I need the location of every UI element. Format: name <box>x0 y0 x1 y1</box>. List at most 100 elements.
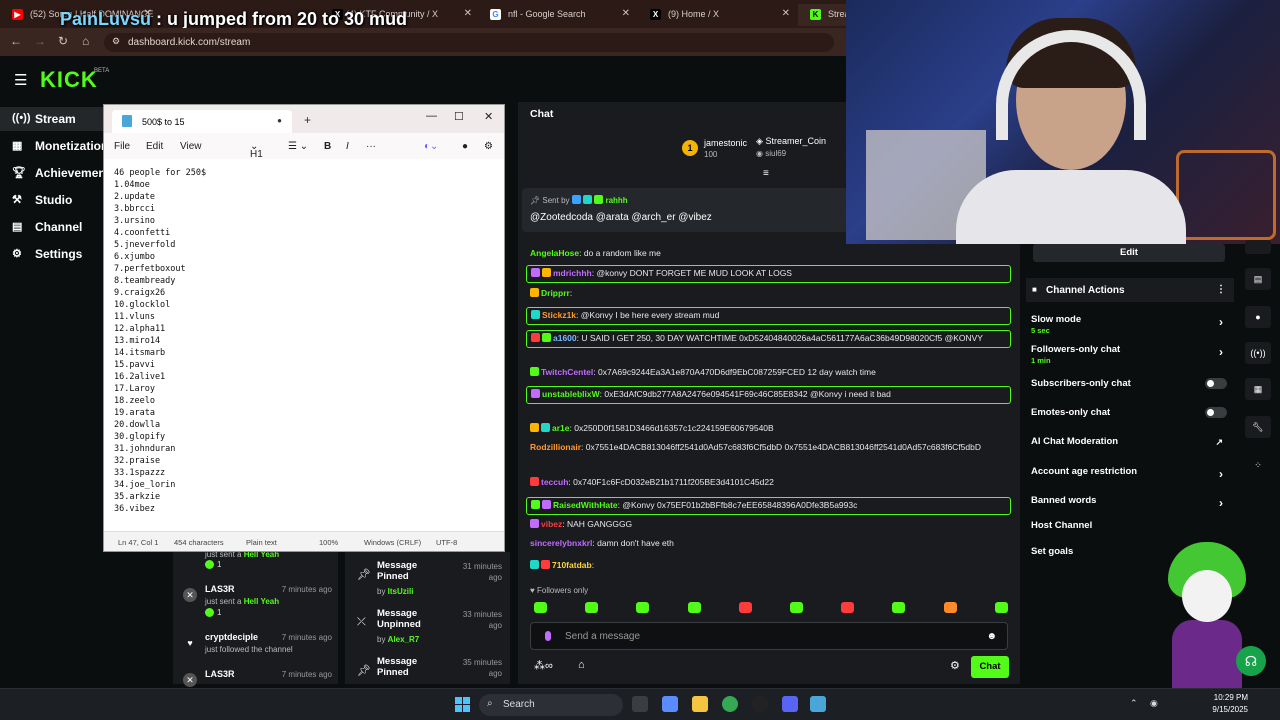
sidebar-item-studio[interactable]: ⚒ Studio <box>0 188 104 212</box>
emote-icon[interactable] <box>636 602 650 613</box>
discord-icon[interactable] <box>782 696 798 712</box>
chat-username[interactable]: ar1e <box>552 423 570 433</box>
activity-username[interactable]: LAS3R <box>205 669 235 679</box>
rail-button[interactable] <box>1245 240 1271 254</box>
chat-username[interactable]: AngelaHose <box>530 248 579 258</box>
document-icon[interactable]: ▤ <box>1245 268 1271 290</box>
emote-icon[interactable] <box>738 602 752 613</box>
emote-icon[interactable] <box>841 602 855 613</box>
broadcast-icon[interactable]: ((•)) <box>1245 342 1271 364</box>
more-icon[interactable]: ⋮ <box>1216 284 1226 295</box>
emotes-only-toggle[interactable] <box>1205 407 1227 418</box>
zoom-level[interactable]: 100% <box>319 538 338 547</box>
close-icon[interactable]: ✕ <box>484 110 493 123</box>
ai-moderation-row[interactable]: AI Chat Moderation ↗ <box>1031 436 1231 447</box>
chat-username[interactable]: vibez <box>541 519 562 529</box>
close-icon[interactable]: ✕ <box>622 8 630 19</box>
emote-icon[interactable] <box>534 602 547 613</box>
list-icon[interactable]: ☰ ⌄ <box>288 141 308 152</box>
browser-tab[interactable]: X (9) Home / X ✕ <box>638 4 798 26</box>
chat-username[interactable]: TwitchCentel <box>541 367 593 377</box>
encoding[interactable]: UTF-8 <box>436 538 457 547</box>
layout-icon[interactable]: ▦ <box>1245 378 1271 400</box>
heading-select[interactable]: H1 ⌄ <box>250 141 263 160</box>
url-field[interactable]: ⚙ dashboard.kick.com/stream <box>104 33 834 52</box>
chat-username[interactable]: Dripprr <box>541 288 570 298</box>
close-icon[interactable]: ✕ <box>183 673 197 687</box>
subscribers-only-toggle[interactable] <box>1205 378 1227 389</box>
file-explorer-icon[interactable] <box>692 696 708 712</box>
sidebar-item-channel[interactable]: ▤ Channel <box>0 215 104 239</box>
collapse-icon[interactable]: ≡ <box>763 168 769 179</box>
menu-icon[interactable]: ☰ <box>14 71 27 89</box>
followers-only-row[interactable]: Followers-only chat 1 min › <box>1031 344 1231 365</box>
close-icon[interactable]: ✕ <box>183 588 197 602</box>
chat-username[interactable]: 710fatdab <box>552 560 592 570</box>
support-icon[interactable]: ☊ <box>1236 646 1266 676</box>
gear-icon[interactable]: ⚙ <box>950 659 960 672</box>
chat-username[interactable]: RaisedWithHate <box>553 500 618 510</box>
gear-icon[interactable]: ⚙ <box>484 141 493 152</box>
text-format[interactable]: Plain text <box>246 538 277 547</box>
kick-logo[interactable]: KICK <box>40 67 98 93</box>
home-icon[interactable]: ⌂ <box>82 34 89 48</box>
back-icon[interactable]: ← <box>10 34 22 48</box>
close-icon[interactable]: ✕ <box>782 8 790 19</box>
chat-username[interactable]: teccuh <box>541 477 568 487</box>
sidebar-item-stream[interactable]: ((•)) Stream <box>0 107 104 131</box>
account-age-row[interactable]: Account age restriction › <box>1031 466 1231 481</box>
unsaved-dot-icon[interactable]: ● <box>277 116 282 125</box>
chat-username[interactable]: a1600 <box>553 333 577 343</box>
emote-icon[interactable] <box>687 602 701 613</box>
chat-username[interactable]: sincerelybnxkrl <box>530 538 592 548</box>
slow-mode-row[interactable]: Slow mode 5 sec › <box>1031 314 1231 335</box>
new-tab-icon[interactable]: + <box>304 113 311 127</box>
menu-view[interactable]: View <box>180 141 202 152</box>
sidebar-item-achievements[interactable]: 🏆︎ Achievements <box>0 161 116 185</box>
notepad-tab[interactable]: 500$ to 15 ● <box>112 110 292 133</box>
emoji-icon[interactable]: ☻ <box>986 631 997 642</box>
close-icon[interactable]: ✕ <box>464 8 472 19</box>
chat-username[interactable]: unstableblixW <box>542 389 600 399</box>
chat-username[interactable]: Rodzillionair <box>530 442 581 452</box>
emote-icon[interactable] <box>790 602 803 613</box>
tray-chevron-icon[interactable]: ⌃ <box>1130 698 1138 709</box>
sidebar-item-settings[interactable]: ⚙ Settings <box>0 242 104 266</box>
activity-username[interactable]: cryptdeciple <box>205 632 258 642</box>
italic-icon[interactable]: I <box>346 141 349 152</box>
maximize-icon[interactable]: ☐ <box>454 110 464 123</box>
minimize-icon[interactable]: — <box>426 110 437 122</box>
line-ending[interactable]: Windows (CRLF) <box>364 538 421 547</box>
activity-username[interactable]: LAS3R <box>205 584 235 594</box>
notepad-taskbar-icon[interactable] <box>810 696 826 712</box>
chrome-icon[interactable] <box>722 696 738 712</box>
account-icon[interactable]: ● <box>462 141 468 152</box>
copilot-icon[interactable]: ◐⌄ <box>424 141 438 152</box>
chat-message-input[interactable]: Send a message ☻ <box>530 622 1008 650</box>
more-icon[interactable]: ··· <box>366 141 376 152</box>
copilot-icon[interactable] <box>662 696 678 712</box>
browser-tab-active[interactable]: K Stream <box>798 4 846 26</box>
obs-icon[interactable] <box>752 696 768 712</box>
taskbar-clock[interactable]: 10:29 PM 9/15/2025 <box>1212 692 1248 716</box>
banned-words-row[interactable]: Banned words › <box>1031 495 1231 510</box>
emote-icon[interactable] <box>585 602 599 613</box>
mic-icon[interactable] <box>545 631 551 641</box>
windows-start-icon[interactable] <box>455 697 470 712</box>
chat-username[interactable]: Stickz1k <box>542 310 576 320</box>
forward-icon[interactable]: → <box>34 34 46 48</box>
chat-send-button[interactable]: Chat <box>971 656 1009 678</box>
store-icon[interactable]: ⌂ <box>578 659 585 671</box>
site-info-icon[interactable]: ⚙ <box>112 36 120 47</box>
reload-icon[interactable]: ↻ <box>58 34 68 48</box>
chat-bubble-icon[interactable]: ● <box>1245 306 1271 328</box>
browser-tab[interactable]: G nfl - Google Search ✕ <box>478 4 638 26</box>
activity-icon[interactable]: ⁂∞ <box>534 659 553 672</box>
notepad-text[interactable]: 46 people for 250$ 1.04moe 2.update 3.bbrcc… <box>114 167 206 515</box>
tray-app-icon[interactable]: ◉ <box>1150 698 1158 709</box>
emote-icon[interactable] <box>892 602 906 613</box>
emote-icon[interactable] <box>994 602 1008 613</box>
menu-edit[interactable]: Edit <box>146 141 163 152</box>
leaderboard-entry[interactable]: ◈ Streamer_Coin ◉ siul69 <box>756 136 826 158</box>
task-view-icon[interactable] <box>632 696 648 712</box>
